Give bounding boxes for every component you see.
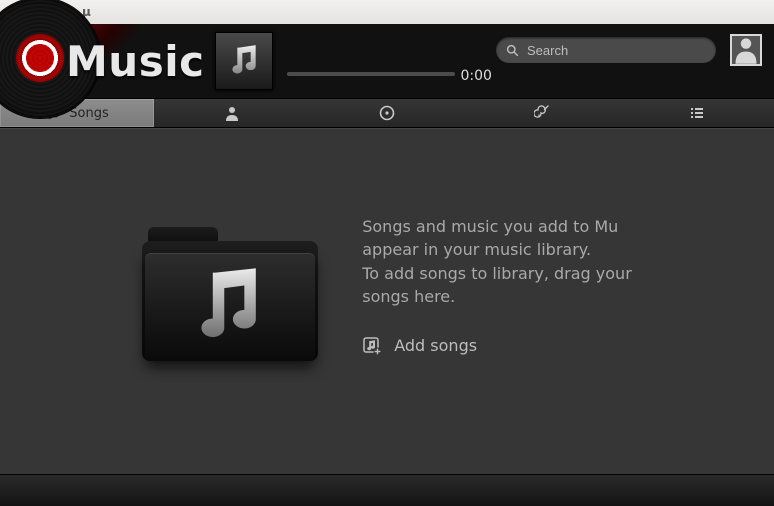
empty-line: songs here. xyxy=(362,285,632,308)
person-icon xyxy=(224,105,240,121)
tab-genres[interactable] xyxy=(465,99,620,127)
now-playing-art[interactable] xyxy=(215,32,273,90)
main-area[interactable]: Songs and music you add to Mu appear in … xyxy=(0,128,774,474)
progress-bar[interactable] xyxy=(287,72,455,76)
window-titlebar: μ xyxy=(0,0,774,24)
app-title: Music xyxy=(66,37,205,86)
empty-state-text: Songs and music you add to Mu appear in … xyxy=(362,215,632,308)
empty-line: To add songs to library, drag your xyxy=(362,262,632,285)
music-folder-illustration xyxy=(142,211,322,361)
tab-songs-label: Songs xyxy=(69,106,108,121)
music-note-icon xyxy=(224,41,264,81)
disc-icon xyxy=(379,105,395,121)
add-songs-button[interactable]: Add songs xyxy=(362,336,632,356)
app-frame: Music 0:00 xyxy=(0,24,774,506)
empty-line: appear in your music library. xyxy=(362,238,632,261)
app-header: Music 0:00 xyxy=(0,24,774,98)
add-music-icon xyxy=(362,336,382,356)
guitar-icon xyxy=(534,105,550,121)
bottom-bar xyxy=(0,474,774,506)
view-tabs: Songs xyxy=(0,98,774,128)
time-elapsed: 0:00 xyxy=(461,68,492,84)
user-avatar[interactable] xyxy=(730,34,762,66)
search-box[interactable] xyxy=(496,37,716,63)
search-input[interactable] xyxy=(527,43,706,58)
add-songs-label: Add songs xyxy=(394,336,477,355)
search-icon xyxy=(506,44,519,57)
tab-artists[interactable] xyxy=(154,99,309,127)
empty-line: Songs and music you add to Mu xyxy=(362,215,632,238)
progress-area: 0:00 xyxy=(287,32,492,90)
tab-playlists[interactable] xyxy=(620,99,774,127)
empty-state: Songs and music you add to Mu appear in … xyxy=(142,211,632,361)
list-icon xyxy=(689,105,705,121)
music-note-icon xyxy=(187,264,273,350)
tab-albums[interactable] xyxy=(309,99,464,127)
person-icon xyxy=(732,34,760,64)
